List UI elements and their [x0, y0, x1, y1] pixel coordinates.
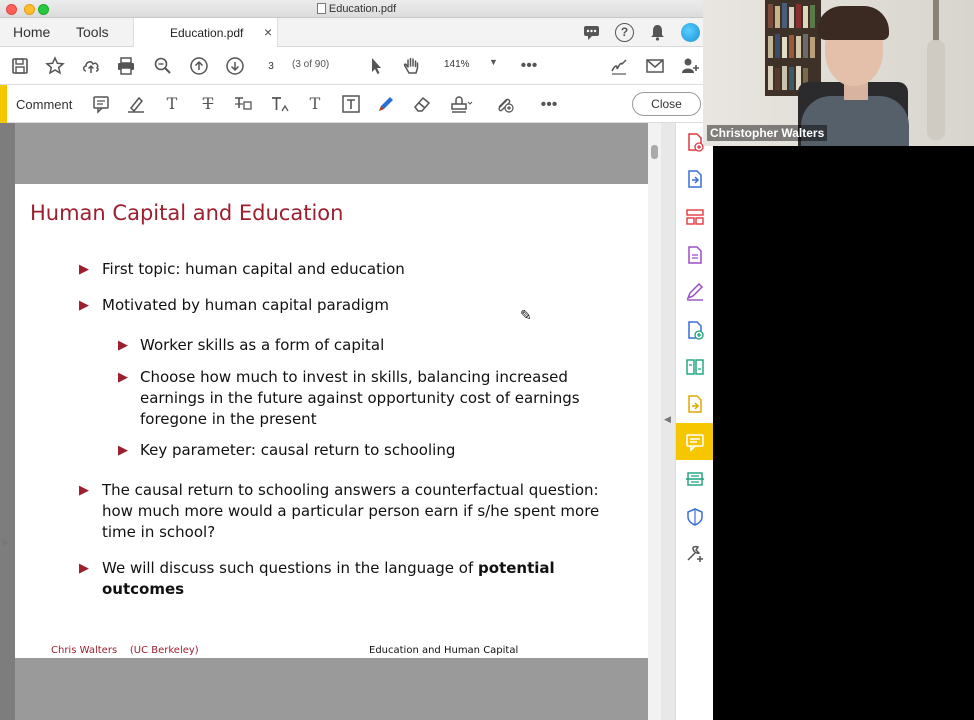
- document-icon: [316, 3, 326, 14]
- main-toolbar: 3 (3 of 90) 141% ▼ •••: [0, 47, 713, 85]
- close-button[interactable]: Close: [632, 92, 701, 116]
- guitar: [927, 40, 945, 140]
- bullet-text: We will discuss such questions in the la…: [102, 559, 555, 577]
- stamp-icon[interactable]: [449, 94, 473, 114]
- bullet-text: time in school?: [102, 523, 216, 541]
- insert-text-icon[interactable]: [270, 94, 290, 114]
- bullet-text: Motivated by human capital paradigm: [102, 296, 389, 314]
- previous-page: [15, 123, 648, 184]
- save-icon[interactable]: [10, 56, 30, 76]
- zoom-level[interactable]: 141%: [444, 59, 470, 70]
- sub-bullet-arrow-icon: ▶: [118, 338, 128, 353]
- attach-icon[interactable]: [494, 94, 514, 114]
- slide-footer-author: Chris Walters (UC Berkeley): [51, 645, 199, 656]
- next-page: [15, 658, 648, 720]
- person-hair: [817, 6, 889, 40]
- comment-tool-icon[interactable]: [685, 432, 705, 452]
- sub-bullet-arrow-icon: ▶: [118, 370, 128, 385]
- add-text-icon[interactable]: T: [305, 94, 325, 114]
- hand-icon[interactable]: [402, 56, 422, 76]
- scan-ocr-icon[interactable]: [685, 469, 705, 489]
- sub-bullet-text: Choose how much to invest in skills, bal…: [140, 368, 568, 386]
- vertical-scrollbar[interactable]: [648, 123, 661, 720]
- text-box-icon[interactable]: [341, 94, 361, 114]
- compare-files-icon[interactable]: [685, 357, 705, 377]
- zoom-dropdown-icon[interactable]: ▼: [489, 57, 498, 67]
- more-tools-icon[interactable]: [685, 544, 705, 564]
- tab-document-label: Education.pdf: [170, 26, 244, 40]
- sub-bullet-text: Key parameter: causal return to schoolin…: [140, 441, 456, 459]
- edit-pdf-icon[interactable]: [685, 245, 705, 265]
- draw-icon[interactable]: [376, 94, 396, 114]
- tab-home[interactable]: Home: [13, 24, 50, 40]
- collapse-right-panel-icon[interactable]: ◀: [664, 414, 671, 425]
- more-comment-tools-icon[interactable]: •••: [539, 94, 559, 114]
- replace-text-icon[interactable]: [233, 94, 253, 114]
- tab-tools[interactable]: Tools: [76, 24, 109, 40]
- create-pdf-icon[interactable]: [685, 132, 705, 152]
- bullet-text: how much more would a particular person …: [102, 502, 600, 520]
- account-icon[interactable]: [681, 23, 700, 42]
- zoom-search-icon[interactable]: [153, 56, 173, 76]
- tools-pane: [675, 123, 713, 720]
- mail-icon[interactable]: [645, 56, 665, 76]
- fill-sign-icon[interactable]: [685, 282, 705, 302]
- highlight-icon[interactable]: [126, 94, 146, 114]
- upload-icon[interactable]: [81, 56, 101, 76]
- pencil-cursor-icon: ✎: [520, 307, 532, 323]
- window-title: Education.pdf: [0, 3, 713, 15]
- screen: Education.pdf Home Tools Education.pdf ×…: [0, 0, 974, 720]
- tab-document[interactable]: Education.pdf ×: [133, 18, 278, 47]
- bell-icon[interactable]: [648, 23, 667, 42]
- page-up-icon[interactable]: [189, 56, 209, 76]
- document-viewport[interactable]: Human Capital and Education ▶ First topi…: [0, 123, 648, 720]
- select-cursor-icon[interactable]: [366, 56, 386, 76]
- sub-bullet-text: foregone in the present: [140, 410, 317, 428]
- comment-label: Comment: [16, 97, 73, 112]
- slide-title: Human Capital and Education: [30, 201, 344, 225]
- page-count: (3 of 90): [292, 59, 330, 70]
- bullet-text: The causal return to schooling answers a…: [102, 481, 599, 499]
- bullet-arrow-icon: ▶: [79, 262, 89, 277]
- tab-close-icon[interactable]: ×: [264, 24, 272, 40]
- bullet-text: outcomes: [102, 580, 185, 598]
- comment-accent-bar: [0, 85, 7, 123]
- page-down-icon[interactable]: [225, 56, 245, 76]
- bullet-text: First topic: human capital and education: [102, 260, 405, 278]
- print-icon[interactable]: [116, 56, 136, 76]
- export-pdf-icon[interactable]: [685, 169, 705, 189]
- help-icon[interactable]: ?: [615, 23, 634, 42]
- comment-toolbar: Comment T T T ••• Close: [0, 85, 713, 123]
- chat-icon[interactable]: [582, 23, 601, 42]
- bullet-arrow-icon: ▶: [79, 561, 89, 576]
- page-number-input[interactable]: 3: [258, 56, 284, 76]
- slide-footer-title: Education and Human Capital: [369, 645, 519, 656]
- sign-icon[interactable]: [609, 56, 629, 76]
- organize-pages-icon[interactable]: [685, 207, 705, 227]
- sub-bullet-arrow-icon: ▶: [118, 443, 128, 458]
- pdf-page: Human Capital and Education ▶ First topi…: [15, 184, 648, 658]
- webcam-video-tile: Christopher Walters: [703, 0, 974, 146]
- star-icon[interactable]: [45, 56, 65, 76]
- sticky-note-icon[interactable]: [91, 94, 111, 114]
- scrollbar-thumb[interactable]: [651, 145, 658, 159]
- more-icon[interactable]: •••: [519, 56, 539, 76]
- send-for-review-icon[interactable]: [685, 320, 705, 340]
- eraser-icon[interactable]: [412, 94, 432, 114]
- protect-icon[interactable]: [685, 394, 705, 414]
- sub-bullet-text: earnings in the future against opportuni…: [140, 389, 580, 407]
- speaker-name-label: Christopher Walters: [707, 125, 828, 141]
- window-titlebar: Education.pdf: [0, 0, 713, 18]
- add-user-icon[interactable]: [680, 56, 700, 76]
- bullet-arrow-icon: ▶: [79, 483, 89, 498]
- tab-bar: Home Tools Education.pdf × ?: [0, 18, 713, 47]
- acrobat-window: Education.pdf Home Tools Education.pdf ×…: [0, 0, 713, 720]
- text-icon[interactable]: T: [162, 94, 182, 114]
- strikethrough-icon[interactable]: T: [198, 94, 218, 114]
- bullet-arrow-icon: ▶: [79, 298, 89, 313]
- collapse-left-icon[interactable]: ▶: [2, 537, 9, 548]
- sub-bullet-text: Worker skills as a form of capital: [140, 336, 385, 354]
- shield-icon[interactable]: [685, 507, 705, 527]
